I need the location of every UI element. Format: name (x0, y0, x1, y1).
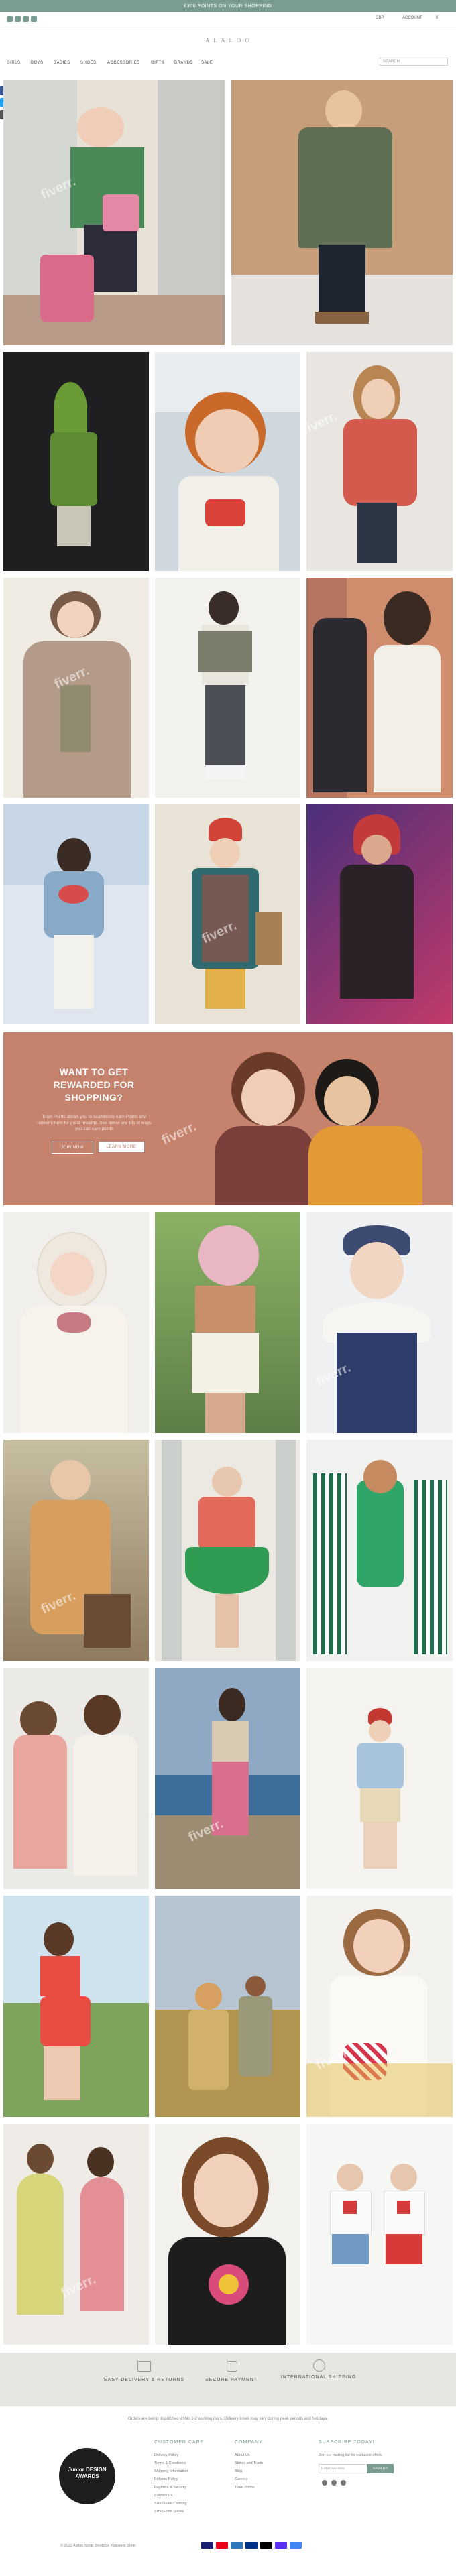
pinterest-icon[interactable] (23, 16, 29, 22)
utility-bar: GBP ACCOUNT 0 (0, 12, 456, 27)
award-badge-logo: Junior DESIGN AWARDS (59, 2448, 115, 2504)
lookbook-image[interactable] (3, 1440, 149, 1661)
footer-link[interactable]: Blog (235, 2469, 242, 2473)
promo-text: £300 POINTS ON YOUR SHOPPING (184, 3, 272, 9)
lookbook-image[interactable] (155, 352, 300, 571)
watermark: fiverr. (199, 2493, 239, 2522)
feature-shipping: INTERNATIONAL SHIPPING (280, 2375, 357, 2380)
facebook-icon[interactable] (322, 2480, 327, 2486)
lookbook-image[interactable] (306, 2124, 453, 2345)
nav-item[interactable]: GIRLS (7, 61, 21, 65)
lookbook-image[interactable] (155, 2124, 300, 2345)
feature-payment: SECURE PAYMENT (205, 2378, 258, 2382)
lookbook-image[interactable] (306, 1212, 453, 1433)
footer-link[interactable]: Shipping Information (154, 2469, 188, 2473)
footer-link[interactable]: Returns Policy (154, 2477, 178, 2481)
rewards-title: WANT TO GET REWARDED FOR SHOPPING? (53, 1066, 135, 1103)
nav-item[interactable]: GIFTS (151, 61, 164, 65)
subscribe-title: SUBSCRIBE TODAY! (319, 2440, 375, 2445)
lookbook-image[interactable] (3, 1668, 149, 1889)
nav-item[interactable]: ACCESSORIES (107, 61, 140, 65)
footer-link[interactable]: Town Points (235, 2486, 255, 2490)
shop-pay-icon (275, 2542, 287, 2549)
lookbook-image[interactable] (231, 80, 453, 345)
footer-link[interactable]: Size Guide Shoes (154, 2510, 184, 2514)
instagram-icon[interactable] (15, 16, 21, 22)
site-logo[interactable]: A L A L O O (181, 37, 275, 44)
join-now-button[interactable]: JOIN NOW (52, 1142, 93, 1154)
footer-link[interactable]: About Us (235, 2453, 250, 2457)
amex-icon (231, 2542, 243, 2549)
mastercard-icon (216, 2542, 228, 2549)
learn-more-button[interactable]: LEARN MORE (99, 1142, 144, 1152)
nav-item[interactable]: SHOES (80, 61, 97, 65)
lookbook-image[interactable] (155, 1440, 300, 1661)
nav-item[interactable]: BRANDS (174, 61, 193, 65)
globe-icon (313, 2359, 325, 2372)
lookbook-image[interactable] (3, 1212, 149, 1433)
lookbook-image[interactable] (306, 1668, 453, 1889)
footer-link[interactable]: Size Guide Clothing (154, 2502, 187, 2506)
rewards-banner: WANT TO GET REWARDED FOR SHOPPING? Town … (3, 1032, 453, 1205)
footer-link[interactable]: Careers (235, 2477, 248, 2481)
signup-button[interactable]: SIGN UP (367, 2464, 394, 2473)
footer-link[interactable]: Delivery Policy (154, 2453, 178, 2457)
nav-item[interactable]: SALE (201, 61, 213, 65)
lookbook-image[interactable] (3, 1896, 149, 2117)
nav-item[interactable]: BOYS (31, 61, 44, 65)
lock-icon (227, 2361, 237, 2372)
email-field[interactable]: Email address (319, 2464, 365, 2473)
footer-link[interactable]: Stores and Trade (235, 2461, 263, 2465)
dispatch-notice: Orders are being dispatched within 1-2 w… (127, 2417, 329, 2421)
apple-pay-icon (260, 2542, 272, 2549)
account-link[interactable]: ACCOUNT (402, 16, 422, 20)
lookbook-image[interactable] (155, 578, 300, 798)
nav-item[interactable]: BABIES (54, 61, 70, 65)
lookbook-image[interactable] (306, 578, 453, 798)
paypal-icon (245, 2542, 258, 2549)
company-title: COMPANY (235, 2440, 263, 2445)
footer-link[interactable]: Terms & Conditions (154, 2461, 186, 2465)
facebook-icon[interactable] (7, 16, 13, 22)
lookbook-image[interactable] (306, 352, 453, 571)
lookbook-image[interactable] (3, 804, 149, 1024)
copyright-text: © 2022 Alaloo Shop. Boutique Kidswear Sh… (60, 2544, 137, 2548)
google-pay-icon (290, 2542, 302, 2549)
truck-icon (137, 2361, 151, 2372)
lookbook-image[interactable] (306, 1440, 453, 1661)
award-badge-text: Junior DESIGN AWARDS (68, 2467, 107, 2479)
twitter-icon[interactable] (31, 16, 37, 22)
lookbook-image[interactable] (155, 1212, 300, 1433)
instagram-icon[interactable] (331, 2480, 337, 2486)
feature-delivery: EASY DELIVERY & RETURNS (103, 2378, 185, 2382)
visa-icon (201, 2542, 213, 2549)
promo-bar: £300 POINTS ON YOUR SHOPPING (0, 0, 456, 12)
subscribe-text: Join our mailing list for exclusive offe… (319, 2453, 383, 2457)
rewards-text: Town Points allows you to seamlessly ear… (37, 1115, 152, 1131)
lookbook-image[interactable] (306, 804, 453, 1024)
lookbook-image[interactable] (155, 1668, 300, 1889)
search-input[interactable]: SEARCH (380, 58, 448, 66)
cart-count[interactable]: 0 (436, 16, 438, 20)
lookbook-image[interactable] (3, 80, 225, 345)
lookbook-image[interactable] (306, 1896, 453, 2117)
footer-link[interactable]: Contact Us (154, 2494, 172, 2498)
customer-care-title: CUSTOMER CARE (154, 2440, 205, 2445)
lookbook-image[interactable] (3, 2124, 149, 2345)
lookbook-image[interactable] (3, 578, 149, 798)
features-band: EASY DELIVERY & RETURNS SECURE PAYMENT I… (0, 2353, 456, 2406)
currency-selector[interactable]: GBP (376, 16, 384, 20)
footer-link[interactable]: Payment & Security (154, 2486, 186, 2490)
pinterest-icon[interactable] (341, 2480, 346, 2486)
lookbook-image[interactable] (3, 352, 149, 571)
lookbook-image[interactable] (155, 804, 300, 1024)
lookbook-image[interactable] (155, 1896, 300, 2117)
